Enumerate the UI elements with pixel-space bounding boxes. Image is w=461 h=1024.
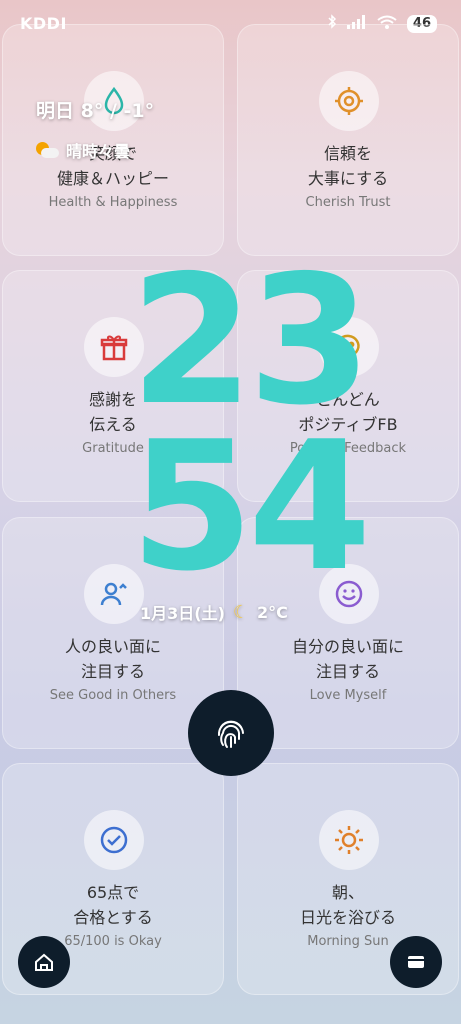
- card-title: 信頼を 大事にする: [307, 144, 389, 188]
- clock-minutes[interactable]: 54: [130, 418, 372, 596]
- card-title: 朝、 日光を浴びる: [299, 883, 396, 927]
- sun-icon: [319, 810, 379, 870]
- wallet-button[interactable]: [390, 936, 442, 988]
- weather-forecast-temp[interactable]: 明日 8° / -1°: [36, 96, 154, 123]
- date-label: 1月3日(土): [140, 604, 225, 623]
- clock-hours[interactable]: 23: [130, 252, 372, 430]
- card-cherish-trust[interactable]: 信頼を 大事にする Cherish Trust: [237, 24, 459, 256]
- card-subtitle: Health & Happiness: [48, 195, 178, 210]
- card-title: 65点で 合格とする: [73, 883, 153, 927]
- date-weather-line: 1月3日(土) ☾ 2°C: [140, 600, 288, 624]
- card-subtitle: See Good in Others: [49, 688, 177, 703]
- check-circle-icon: [84, 810, 144, 870]
- card-title: 自分の良い面に 注目する: [291, 637, 404, 681]
- wallet-icon: [408, 956, 424, 968]
- weather-condition[interactable]: 晴時々曇: [36, 138, 130, 162]
- target-icon: [319, 71, 379, 131]
- moon-icon: ☾: [232, 601, 250, 623]
- card-title: 人の良い面に 注目する: [64, 637, 161, 681]
- card-subtitle: Cherish Trust: [305, 195, 391, 210]
- card-subtitle: Love Myself: [309, 688, 387, 703]
- current-temp: 2°C: [257, 602, 288, 622]
- home-icon: [35, 953, 53, 971]
- fingerprint-icon: [217, 720, 244, 748]
- weather-condition-label: 晴時々曇: [66, 142, 131, 161]
- home-button[interactable]: [18, 936, 70, 988]
- fingerprint-sensor[interactable]: [188, 690, 274, 776]
- partly-cloudy-icon: [36, 141, 60, 159]
